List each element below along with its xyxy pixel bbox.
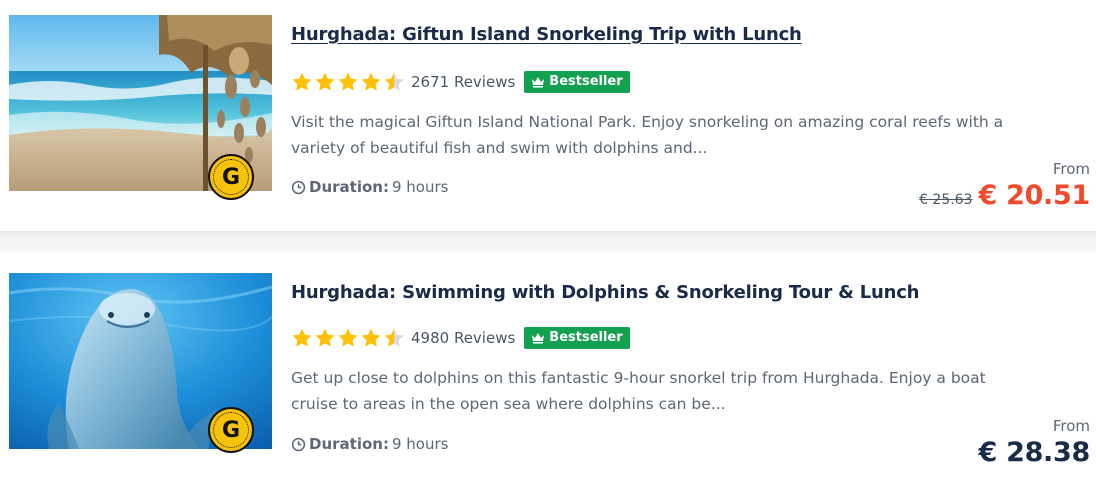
crown-icon [532, 332, 545, 344]
duration-value: 9 hours [391, 435, 449, 453]
star-icon [314, 327, 336, 349]
rating-row: 2671 Reviews Bestseller [291, 69, 630, 95]
rating-row: 4980 Reviews Bestseller [291, 325, 630, 351]
duration: Duration: 9 hours [291, 435, 448, 453]
clock-icon [291, 437, 306, 451]
duration-label: Duration: [309, 435, 389, 453]
star-icon [337, 71, 359, 93]
original-price: € 25.63 [919, 192, 973, 208]
activity-card[interactable]: G Hurghada: Giftun Island Snorkeling Tri… [0, 0, 1096, 233]
from-label: From [1052, 417, 1090, 435]
duration: Duration: 9 hours [291, 178, 448, 196]
partner-badge: G [208, 154, 254, 200]
star-half-icon [383, 327, 405, 349]
crown-icon [532, 76, 545, 88]
bestseller-label: Bestseller [549, 74, 623, 89]
price: € 28.38 [978, 437, 1091, 468]
partner-badge: G [208, 407, 254, 453]
review-count[interactable]: 2671 Reviews [411, 73, 515, 91]
star-icon [360, 71, 382, 93]
star-icon [337, 327, 359, 349]
price-box: From € 28.38 [979, 417, 1091, 468]
partner-badge-letter: G [213, 159, 249, 195]
star-rating [291, 327, 405, 349]
activity-description: Get up close to dolphins on this fantast… [291, 369, 986, 413]
price-box: From € 25.63 € 20.51 [919, 160, 1090, 211]
clock-icon [291, 180, 306, 194]
star-rating [291, 71, 405, 93]
card-divider [0, 231, 1096, 253]
review-count[interactable]: 4980 Reviews [411, 329, 515, 347]
star-half-icon [383, 71, 405, 93]
star-icon [291, 71, 313, 93]
bestseller-badge: Bestseller [524, 327, 630, 349]
activity-card[interactable]: G Hurghada: Swimming with Dolphins & Sno… [0, 253, 1096, 481]
activity-title[interactable]: Hurghada: Swimming with Dolphins & Snork… [291, 282, 919, 303]
star-icon [360, 327, 382, 349]
star-icon [314, 71, 336, 93]
activity-title[interactable]: Hurghada: Giftun Island Snorkeling Trip … [291, 24, 802, 45]
activity-description: Visit the magical Giftun Island National… [291, 113, 1004, 157]
star-icon [291, 327, 313, 349]
sale-price: € 20.51 [978, 180, 1091, 211]
bestseller-label: Bestseller [549, 330, 623, 345]
duration-value: 9 hours [391, 178, 449, 196]
partner-badge-letter: G [213, 412, 249, 448]
bestseller-badge: Bestseller [524, 71, 630, 93]
duration-label: Duration: [309, 178, 389, 196]
from-label: From [1052, 160, 1090, 178]
